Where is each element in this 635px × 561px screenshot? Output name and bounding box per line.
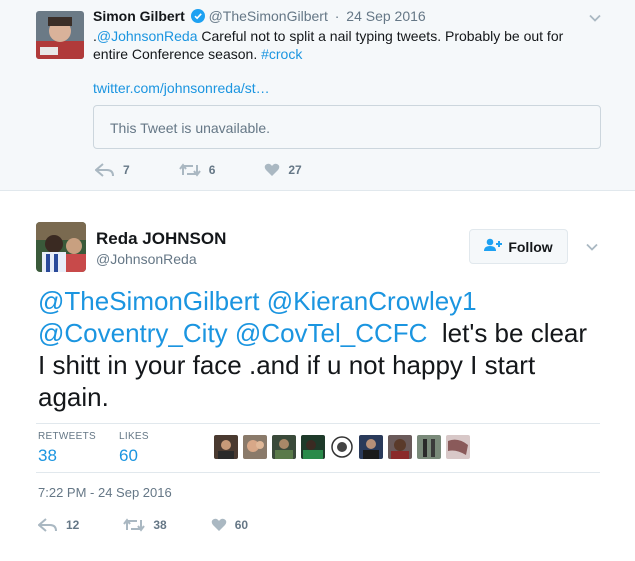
quoted-tweet-card[interactable]: This Tweet is unavailable. [93,105,601,149]
main-tweet-text: @TheSimonGilbert @KieranCrowley1 @Covent… [38,285,598,413]
chevron-down-icon[interactable] [585,240,599,254]
like-count: 60 [234,518,249,532]
retweet-button[interactable]: 38 [123,518,167,532]
liker-avatars [214,435,475,459]
liker-avatar[interactable] [359,435,383,459]
retweets-label: RETWEETS [38,431,96,442]
like-count: 27 [288,163,302,177]
chevron-down-icon[interactable] [588,11,602,25]
heart-icon [264,163,280,177]
retweets-stat[interactable]: RETWEETS 38 [38,431,96,466]
reply-count: 7 [123,163,130,177]
reply-icon [95,163,115,177]
mention-link[interactable]: @KieranCrowley1 [267,286,477,316]
parent-header: Simon Gilbert @TheSimonGilbert · 24 Sep … [93,8,426,26]
parent-avatar[interactable] [36,11,84,59]
reply-button[interactable]: 7 [95,163,130,177]
liker-avatar[interactable] [243,435,267,459]
main-actions: 12 38 60 [38,518,280,532]
liker-avatar[interactable] [446,435,470,459]
parent-author-handle[interactable]: @TheSimonGilbert [209,8,328,24]
mention-link[interactable]: @JohnsonReda [97,28,198,44]
liker-avatar[interactable] [301,435,325,459]
parent-tweet[interactable]: Simon Gilbert @TheSimonGilbert · 24 Sep … [0,0,635,191]
parent-time[interactable]: 24 Sep 2016 [346,8,425,24]
parent-actions: 7 6 27 [95,163,334,177]
retweet-icon [178,163,201,177]
liker-avatar[interactable] [417,435,441,459]
follow-label: Follow [508,238,553,255]
tweet-timestamp[interactable]: 7:22 PM - 24 Sep 2016 [38,485,172,500]
like-button[interactable]: 60 [211,518,248,532]
liker-avatar[interactable] [214,435,238,459]
retweet-count: 6 [208,163,216,177]
likes-stat[interactable]: LIKES 60 [119,431,149,466]
reply-button[interactable]: 12 [38,518,79,532]
mention-link[interactable]: @TheSimonGilbert [38,286,259,316]
likes-value: 60 [119,446,138,465]
mention-link[interactable]: @CovTel_CCFC [235,318,428,348]
follow-person-icon [484,238,508,255]
mention-link[interactable]: @Coventry_City [38,318,228,348]
follow-button[interactable]: Follow [469,229,568,264]
retweet-count: 38 [153,518,167,532]
likes-label: LIKES [119,431,149,442]
main-avatar[interactable] [36,222,86,272]
retweet-button[interactable]: 6 [178,163,216,177]
hashtag-link[interactable]: #crock [261,46,302,62]
reply-icon [38,518,58,532]
main-author-handle[interactable]: @JohnsonReda [96,251,197,267]
quoted-unavailable-text: This Tweet is unavailable. [110,120,271,136]
reply-count: 12 [66,518,80,532]
quoted-url-link[interactable]: twitter.com/johnsonreda/st… [93,80,270,96]
parent-tweet-text: .@JohnsonReda Careful not to split a nai… [93,27,593,63]
verified-badge-icon [190,9,205,26]
main-author-name[interactable]: Reda JOHNSON [96,229,226,249]
like-button[interactable]: 27 [264,163,302,177]
retweet-icon [123,518,146,532]
liker-avatar[interactable] [272,435,296,459]
liker-avatar[interactable] [388,435,412,459]
parent-author-name[interactable]: Simon Gilbert [93,8,185,24]
retweets-value: 38 [38,446,57,465]
separator-dot: · [334,8,340,24]
heart-icon [211,518,227,532]
tweet-stats: RETWEETS 38 LIKES 60 [36,423,600,473]
liker-avatar[interactable] [330,435,354,459]
